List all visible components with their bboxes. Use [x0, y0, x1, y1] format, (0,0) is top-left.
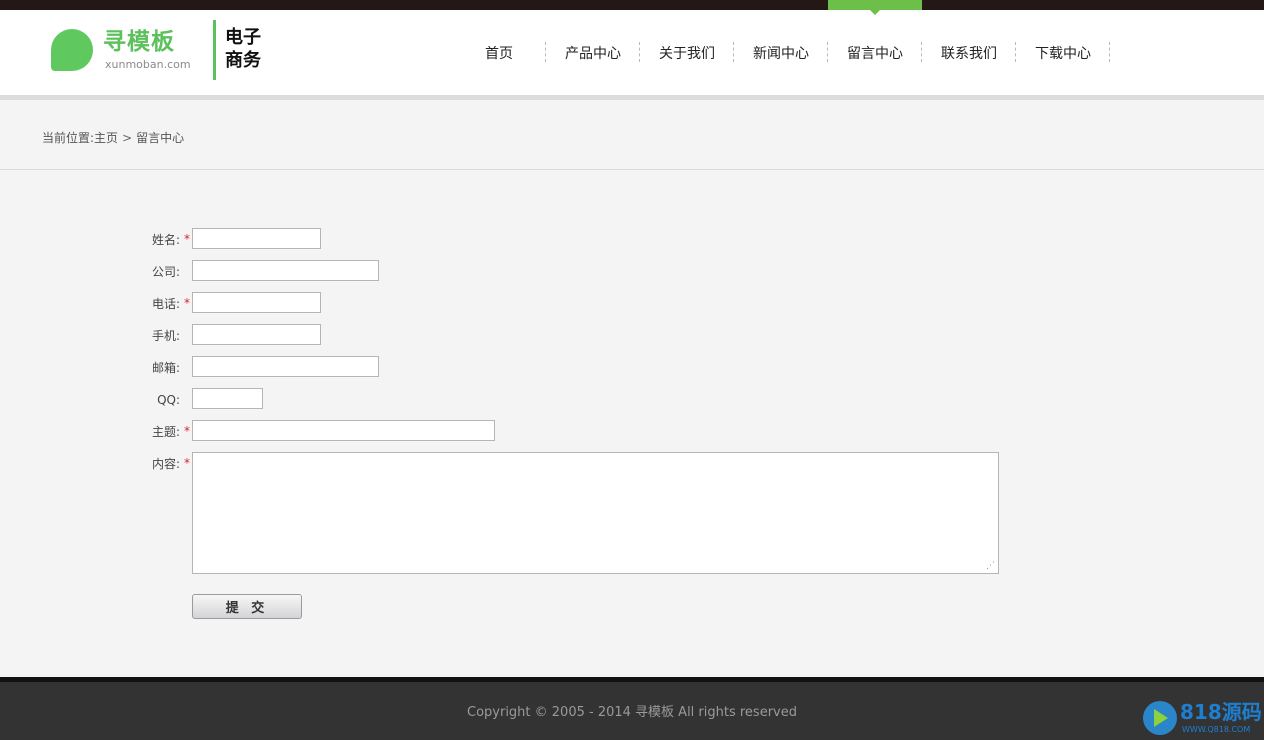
content-label: 内容:: [151, 457, 180, 471]
nav-label: 联系我们: [941, 45, 997, 62]
site-name: 电子 商务: [225, 26, 275, 72]
watermark-play-icon: [1154, 709, 1168, 727]
nav-item-home[interactable]: 首页: [452, 10, 546, 95]
breadcrumb-divider: [0, 169, 1264, 170]
header-shadow: [0, 95, 1264, 100]
name-input[interactable]: [192, 228, 321, 249]
nav-item-about[interactable]: 关于我们: [640, 10, 734, 95]
nav-item-products[interactable]: 产品中心: [546, 10, 640, 95]
nav-label: 关于我们: [659, 45, 715, 62]
watermark-text: 818源码: [1180, 700, 1262, 724]
main-nav: 首页 产品中心 关于我们 新闻中心 留言中心 联系我们 下载中心: [452, 0, 1110, 95]
breadcrumb-prefix: 当前位置:: [42, 131, 95, 145]
mobile-input[interactable]: [192, 324, 321, 345]
nav-item-contact[interactable]: 联系我们: [922, 10, 1016, 95]
content-textarea[interactable]: [192, 452, 999, 574]
subject-label: 主题:: [151, 425, 180, 439]
nav-label: 新闻中心: [753, 45, 809, 62]
submit-button[interactable]: 提 交: [192, 594, 302, 619]
site-name-line2: 商务: [225, 50, 261, 71]
required-mark: *: [184, 424, 190, 438]
phone-input[interactable]: [192, 292, 321, 313]
phone-label: 电话:: [151, 297, 180, 311]
nav-item-message[interactable]: 留言中心: [828, 0, 922, 95]
breadcrumb-current: 留言中心: [136, 131, 185, 145]
active-notch-icon: [870, 10, 880, 15]
nav-label: 下载中心: [1035, 45, 1091, 62]
breadcrumb-home-link[interactable]: 主页: [94, 131, 118, 145]
logo-icon[interactable]: [51, 29, 93, 71]
subject-input[interactable]: [192, 420, 495, 441]
breadcrumb-separator: >: [122, 131, 133, 145]
required-mark: *: [184, 296, 190, 310]
required-mark: *: [184, 232, 190, 246]
site-name-line1: 电子: [225, 27, 261, 48]
nav-label: 首页: [485, 45, 513, 62]
required-mark: *: [184, 456, 190, 470]
qq-input[interactable]: [192, 388, 263, 409]
name-label: 姓名:: [151, 233, 180, 247]
resize-grip-icon[interactable]: ⋰: [986, 561, 995, 571]
nav-label: 产品中心: [565, 45, 621, 62]
email-label: 邮箱:: [151, 361, 180, 375]
email-input[interactable]: [192, 356, 379, 377]
nav-item-download[interactable]: 下载中心: [1016, 10, 1110, 95]
breadcrumb: 当前位置:主页 > 留言中心: [42, 131, 184, 145]
mobile-label: 手机:: [151, 329, 180, 343]
footer-copyright: Copyright © 2005 - 2014 寻模板 All rights r…: [467, 705, 797, 720]
top-bar: [0, 0, 1264, 10]
company-input[interactable]: [192, 260, 379, 281]
watermark-url: WWW.Q818.COM: [1182, 725, 1251, 734]
logo-domain: xunmoban.com: [105, 58, 191, 71]
nav-label: 留言中心: [847, 45, 903, 62]
nav-item-news[interactable]: 新闻中心: [734, 10, 828, 95]
logo-text[interactable]: 寻模板: [103, 28, 175, 56]
qq-label: QQ:: [157, 393, 180, 407]
company-label: 公司:: [151, 265, 180, 279]
logo-divider: [213, 20, 216, 80]
